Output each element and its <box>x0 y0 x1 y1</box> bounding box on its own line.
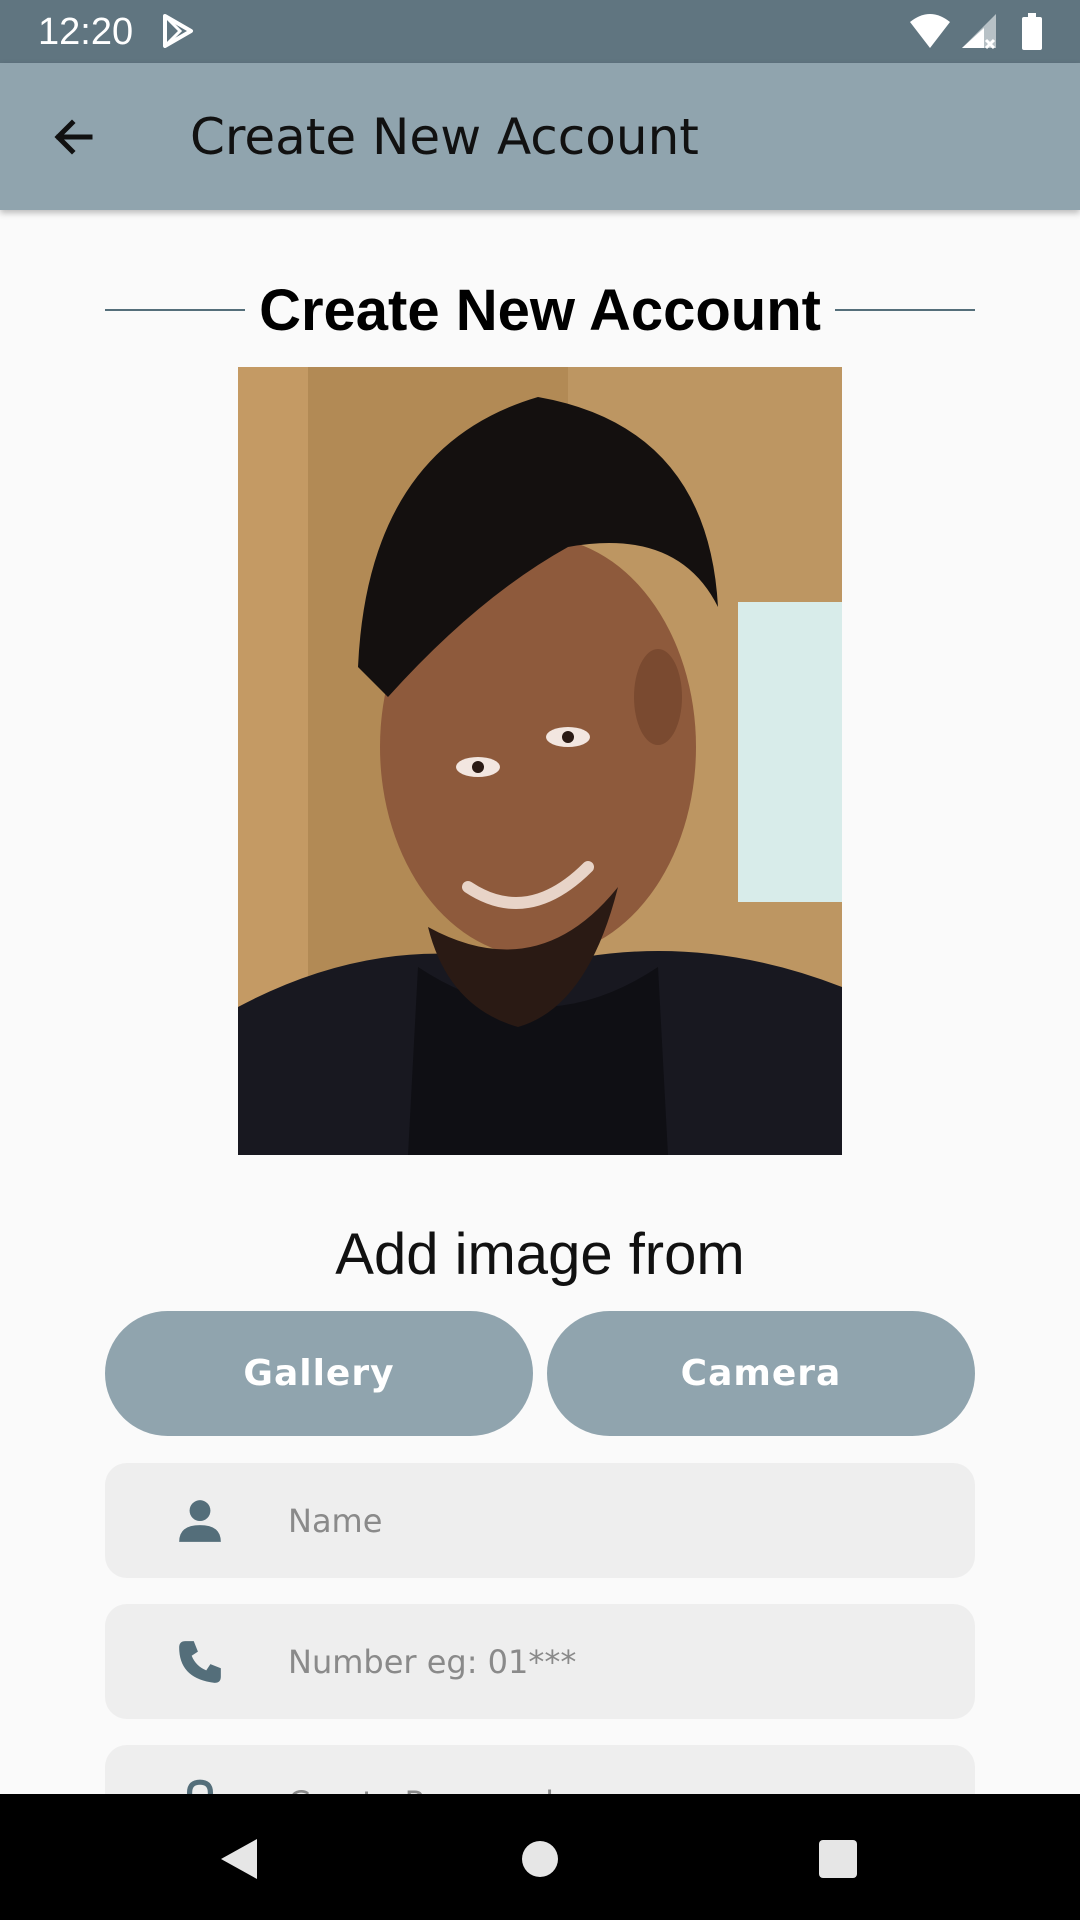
system-nav-bar <box>0 1794 1080 1920</box>
password-input[interactable] <box>288 1745 928 1794</box>
app-bar: Create New Account <box>0 63 1080 210</box>
wifi-icon <box>910 14 950 48</box>
name-input[interactable] <box>288 1463 928 1578</box>
heading-divider-right <box>834 309 975 311</box>
camera-button[interactable]: Camera <box>547 1311 975 1436</box>
nav-recents-icon <box>819 1840 857 1878</box>
password-field[interactable] <box>105 1745 975 1794</box>
nav-back-button[interactable] <box>204 1824 274 1894</box>
name-field[interactable] <box>105 1463 975 1578</box>
gallery-button[interactable]: Gallery <box>105 1311 533 1436</box>
lock-icon <box>186 1779 214 1794</box>
number-field[interactable] <box>105 1604 975 1719</box>
app-bar-title: Create New Account <box>190 108 699 166</box>
profile-photo <box>238 367 842 1155</box>
form-heading-text: Create New Account <box>259 277 821 343</box>
create-account-form[interactable]: Create New Account Add image from Galler… <box>0 210 1080 1794</box>
play-store-icon <box>163 14 193 48</box>
status-time: 12:20 <box>38 11 134 53</box>
number-input[interactable] <box>288 1604 928 1719</box>
nav-recents-button[interactable] <box>803 1824 873 1894</box>
nav-back-icon <box>221 1839 257 1879</box>
nav-home-button[interactable] <box>505 1824 575 1894</box>
phone-icon <box>179 1641 221 1683</box>
back-button[interactable] <box>40 103 108 171</box>
arrow-back-icon <box>54 119 93 155</box>
profile-photo-image <box>238 367 842 1155</box>
signal-icon <box>962 14 996 50</box>
battery-icon <box>1022 13 1042 50</box>
form-heading: Create New Account <box>105 270 975 350</box>
add-image-label: Add image from <box>335 1222 745 1287</box>
status-bar: 12:20 <box>0 0 1080 63</box>
heading-divider-left <box>105 309 246 311</box>
nav-home-icon <box>522 1841 558 1877</box>
person-icon <box>179 1500 221 1542</box>
